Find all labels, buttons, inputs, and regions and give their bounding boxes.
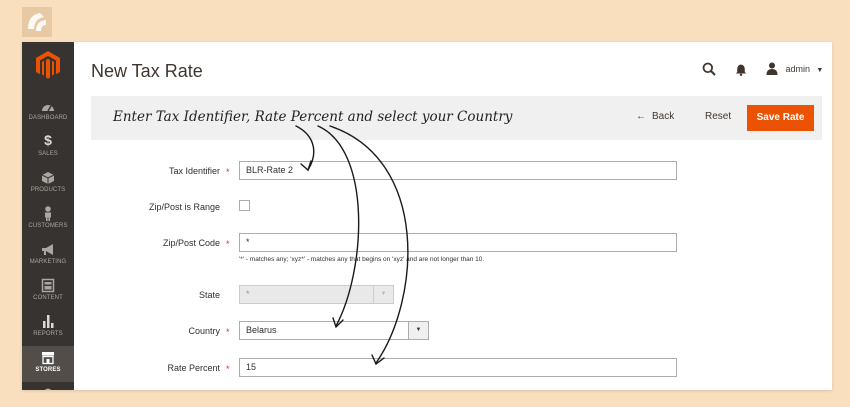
megaphone-icon xyxy=(42,244,53,255)
user-menu[interactable]: admin ▼ xyxy=(766,62,823,76)
sidebar-item-reports[interactable]: REPORTS xyxy=(22,310,74,346)
sidebar-item-label: MARKETING xyxy=(29,259,67,265)
sidebar-item-sales[interactable]: $ SALES xyxy=(22,130,74,166)
page-title: New Tax Rate xyxy=(91,61,203,81)
sidebar-item-system[interactable] xyxy=(22,382,74,390)
sidebar-item-label: PRODUCTS xyxy=(30,187,66,193)
search-icon[interactable] xyxy=(702,62,716,76)
tax-identifier-input[interactable]: BLR-Rate 2 xyxy=(239,161,677,180)
bell-icon[interactable] xyxy=(735,63,747,76)
chevron-down-icon: ▼ xyxy=(816,67,824,74)
admin-window: DASHBOARD $ SALES PRODUCTS CUSTOMERS MAR… xyxy=(22,42,832,390)
page-actions-bar: Enter Tax Identifier, Rate Percent and s… xyxy=(91,96,822,140)
gear-icon xyxy=(44,388,52,390)
sidebar-item-customers[interactable]: CUSTOMERS xyxy=(22,202,74,238)
state-label: State xyxy=(198,290,220,300)
sidebar-item-stores[interactable]: STORES xyxy=(22,346,74,382)
sidebar-item-products[interactable]: PRODUCTS xyxy=(22,166,74,202)
required-marker: * xyxy=(226,327,230,337)
admin-sidebar: DASHBOARD $ SALES PRODUCTS CUSTOMERS MAR… xyxy=(22,42,74,390)
zip-code-hint: '*' - matches any; 'xyz*' - matches any … xyxy=(239,256,485,263)
bar-chart-icon xyxy=(43,315,54,328)
required-marker: * xyxy=(226,167,230,177)
zip-code-input[interactable]: * xyxy=(239,233,677,252)
reset-button[interactable]: Reset xyxy=(705,111,731,122)
state-select-value: * xyxy=(246,289,250,299)
back-button[interactable]: ← Back xyxy=(636,111,674,122)
sidebar-item-label: SALES xyxy=(38,151,58,157)
zip-range-checkbox[interactable] xyxy=(239,200,250,211)
sidebar-item-label: STORES xyxy=(35,367,61,373)
dollar-icon: $ xyxy=(44,132,52,148)
save-rate-button[interactable]: Save Rate xyxy=(747,105,814,131)
required-marker: * xyxy=(226,364,230,374)
sidebar-item-marketing[interactable]: MARKETING xyxy=(22,238,74,274)
country-select-value: Belarus xyxy=(246,325,277,335)
layout-icon xyxy=(41,278,55,293)
country-select[interactable]: Belarus ▼ xyxy=(239,321,429,340)
rate-percent-label: Rate Percent xyxy=(167,363,220,373)
sidebar-item-label: REPORTS xyxy=(33,331,63,337)
user-icon xyxy=(766,62,778,75)
zip-range-label: Zip/Post is Range xyxy=(148,202,220,212)
user-name: admin xyxy=(785,64,810,74)
instruction-annotation: Enter Tax Identifier, Rate Percent and s… xyxy=(113,109,513,125)
sidebar-item-label: CONTENT xyxy=(33,295,63,301)
required-marker: * xyxy=(226,239,230,249)
magento-logo-icon[interactable] xyxy=(35,50,61,80)
chevron-down-icon: ▼ xyxy=(408,322,428,339)
cube-icon xyxy=(41,172,55,184)
sidebar-item-content[interactable]: CONTENT xyxy=(22,274,74,310)
sidebar-item-label: CUSTOMERS xyxy=(28,223,68,229)
arrow-left-icon: ← xyxy=(636,111,646,122)
person-icon xyxy=(45,206,51,221)
chevron-down-icon: ▼ xyxy=(373,286,393,303)
rate-percent-input[interactable]: 15 xyxy=(239,358,677,377)
main-content: New Tax Rate admin ▼ Enter Tax Identifie… xyxy=(74,42,832,390)
state-select[interactable]: * ▼ xyxy=(239,285,394,304)
tax-identifier-label: Tax Identifier xyxy=(168,166,220,176)
zip-code-label: Zip/Post Code xyxy=(162,238,220,248)
back-button-label: Back xyxy=(652,111,675,122)
dashboard-icon xyxy=(42,105,54,112)
country-label: Country xyxy=(188,326,220,336)
store-icon xyxy=(42,352,54,365)
site-logo-icon xyxy=(22,7,52,37)
sidebar-item-label: DASHBOARD xyxy=(28,115,68,121)
sidebar-item-dashboard[interactable]: DASHBOARD xyxy=(22,94,74,130)
